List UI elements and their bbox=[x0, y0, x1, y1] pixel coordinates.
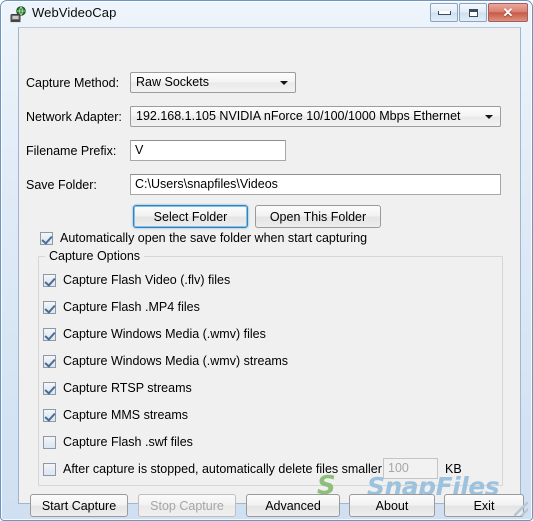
option-wmv-streams-checkbox[interactable]: Capture Windows Media (.wmv) streams bbox=[43, 354, 288, 368]
option-swf-label: Capture Flash .swf files bbox=[63, 435, 193, 449]
option-wmv-files-label: Capture Windows Media (.wmv) files bbox=[63, 327, 266, 341]
chevron-down-icon bbox=[485, 115, 493, 119]
exit-button[interactable]: Exit bbox=[444, 494, 524, 517]
minimize-icon bbox=[431, 4, 457, 21]
auto-open-save-folder-checkbox[interactable]: Automatically open the save folder when … bbox=[40, 231, 367, 245]
checkbox-icon bbox=[43, 435, 56, 449]
network-adapter-combobox[interactable]: 192.168.1.105 NVIDIA nForce 10/100/1000 … bbox=[130, 106, 501, 127]
option-flv-checkbox[interactable]: Capture Flash Video (.flv) files bbox=[43, 273, 230, 287]
chevron-down-icon bbox=[280, 81, 288, 85]
close-icon: ✕ bbox=[502, 4, 514, 20]
capture-options-groupbox bbox=[38, 256, 503, 486]
option-mp4-checkbox[interactable]: Capture Flash .MP4 files bbox=[43, 300, 200, 314]
option-mp4-label: Capture Flash .MP4 files bbox=[63, 300, 200, 314]
checkbox-icon bbox=[43, 381, 56, 395]
stop-capture-button[interactable]: Stop Capture bbox=[138, 494, 236, 517]
option-mms-label: Capture MMS streams bbox=[63, 408, 189, 422]
capture-options-title: Capture Options bbox=[45, 249, 145, 263]
delete-small-files-label: After capture is stopped, automatically … bbox=[63, 462, 414, 476]
filename-prefix-label: Filename Prefix: bbox=[26, 144, 117, 158]
start-capture-button[interactable]: Start Capture bbox=[30, 494, 128, 517]
network-adapter-value: 192.168.1.105 NVIDIA nForce 10/100/1000 … bbox=[136, 109, 461, 123]
client-area: Capture Method: Raw Sockets Network Adap… bbox=[18, 27, 524, 517]
about-button[interactable]: About bbox=[349, 494, 435, 517]
save-folder-label: Save Folder: bbox=[26, 178, 97, 192]
select-folder-button[interactable]: Select Folder bbox=[133, 205, 248, 228]
capture-method-label: Capture Method: bbox=[26, 76, 120, 90]
filename-prefix-input[interactable]: V bbox=[130, 140, 286, 161]
option-flv-label: Capture Flash Video (.flv) files bbox=[63, 273, 231, 287]
checkbox-icon bbox=[43, 300, 56, 314]
checkbox-icon bbox=[43, 273, 56, 287]
maximize-icon bbox=[460, 4, 486, 21]
checkbox-icon bbox=[43, 408, 56, 422]
resize-grip[interactable] bbox=[514, 502, 528, 516]
filename-prefix-value: V bbox=[135, 143, 144, 157]
option-rtsp-label: Capture RTSP streams bbox=[63, 381, 192, 395]
window-title: WebVideoCap bbox=[32, 5, 117, 20]
option-swf-checkbox[interactable]: Capture Flash .swf files bbox=[43, 435, 193, 449]
option-wmv-streams-label: Capture Windows Media (.wmv) streams bbox=[63, 354, 289, 368]
close-button[interactable]: ✕ bbox=[488, 3, 528, 22]
checkbox-icon bbox=[43, 327, 56, 341]
checkbox-icon bbox=[43, 462, 56, 476]
title-bar[interactable]: WebVideoCap ✕ bbox=[1, 1, 533, 27]
min-file-size-input[interactable]: 100 bbox=[383, 458, 438, 479]
application-window: WebVideoCap ✕ Capture Method: Raw Socket… bbox=[0, 0, 533, 521]
checkbox-icon bbox=[43, 354, 56, 368]
min-file-size-units-label: KB bbox=[445, 462, 462, 476]
advanced-button[interactable]: Advanced bbox=[246, 494, 340, 517]
checkbox-icon bbox=[40, 231, 53, 245]
open-this-folder-button[interactable]: Open This Folder bbox=[255, 205, 381, 228]
option-mms-checkbox[interactable]: Capture MMS streams bbox=[43, 408, 188, 422]
maximize-button[interactable] bbox=[459, 3, 487, 22]
capture-method-combobox[interactable]: Raw Sockets bbox=[130, 72, 296, 93]
network-adapter-label: Network Adapter: bbox=[26, 110, 122, 124]
save-folder-value: C:\Users\snapfiles\Videos bbox=[135, 177, 278, 191]
save-folder-input[interactable]: C:\Users\snapfiles\Videos bbox=[130, 174, 501, 195]
delete-small-files-checkbox[interactable]: After capture is stopped, automatically … bbox=[43, 462, 413, 476]
capture-method-value: Raw Sockets bbox=[136, 75, 209, 89]
min-file-size-value: 100 bbox=[388, 461, 409, 475]
auto-open-save-folder-label: Automatically open the save folder when … bbox=[60, 231, 368, 245]
option-rtsp-checkbox[interactable]: Capture RTSP streams bbox=[43, 381, 192, 395]
option-wmv-files-checkbox[interactable]: Capture Windows Media (.wmv) files bbox=[43, 327, 266, 341]
webcam-globe-icon bbox=[10, 6, 27, 23]
minimize-button[interactable] bbox=[430, 3, 458, 22]
